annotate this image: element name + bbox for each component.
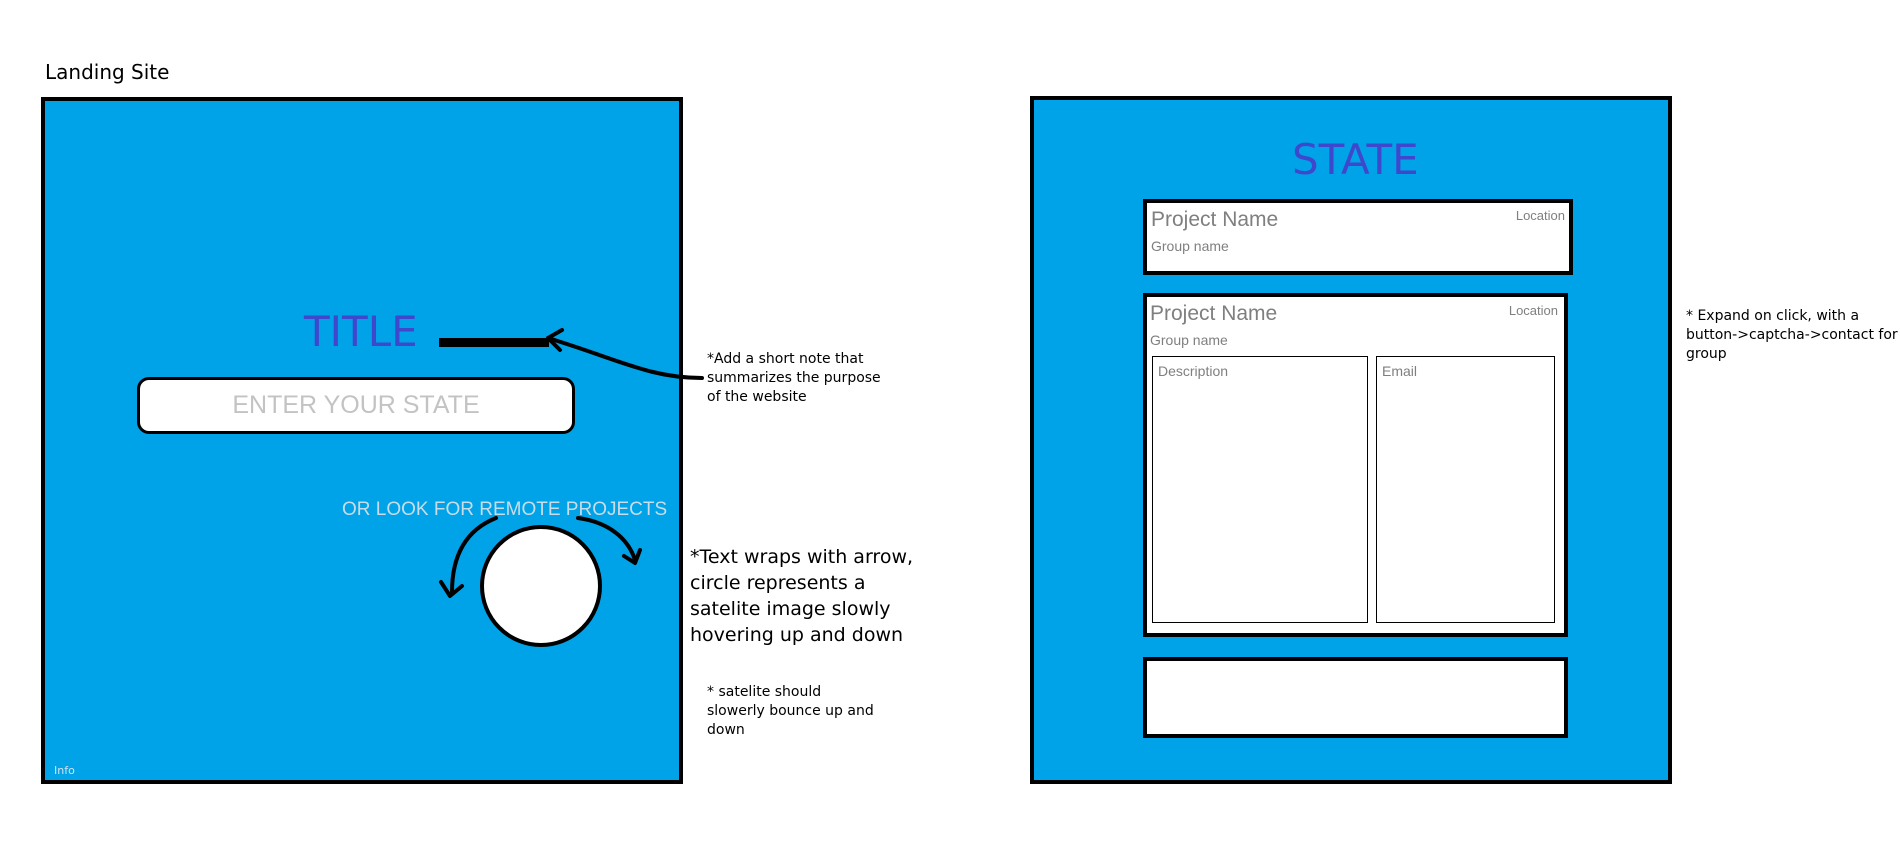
annotation-arrows [439, 328, 704, 598]
title-note-arrow [546, 336, 704, 380]
left-wrap-arrow [450, 516, 498, 594]
right-wrap-arrow [576, 516, 637, 562]
